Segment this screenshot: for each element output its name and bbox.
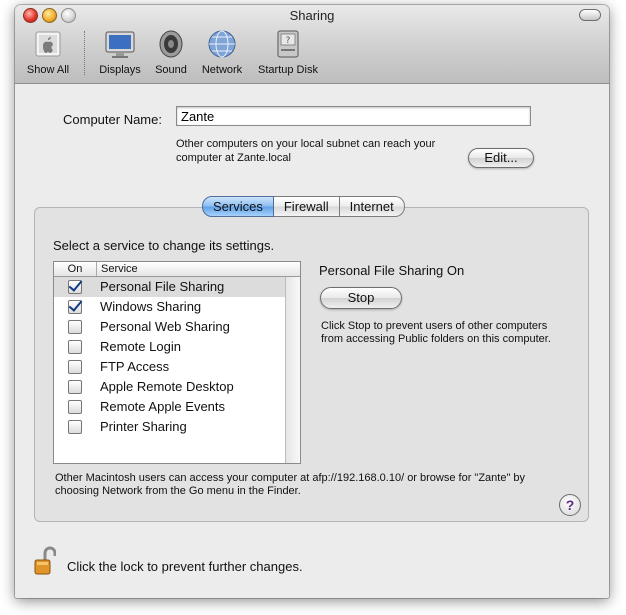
service-row[interactable]: Remote Login bbox=[54, 337, 285, 357]
service-checkbox[interactable] bbox=[68, 280, 82, 294]
service-label: Personal Web Sharing bbox=[100, 319, 230, 334]
title-bar: Sharing Show All Displays Sound Network … bbox=[15, 5, 609, 84]
computer-name-input[interactable] bbox=[176, 106, 531, 126]
service-label: Personal File Sharing bbox=[100, 279, 225, 294]
sharing-window: Sharing Show All Displays Sound Network … bbox=[15, 5, 609, 598]
service-status-title: Personal File Sharing On bbox=[319, 263, 465, 278]
svg-text:?: ? bbox=[286, 36, 291, 46]
tab-bar: Services Firewall Internet bbox=[202, 196, 405, 217]
access-description: Other Macintosh users can access your co… bbox=[55, 472, 526, 497]
service-row[interactable]: Personal Web Sharing bbox=[54, 317, 285, 337]
service-prompt: Select a service to change its settings. bbox=[53, 238, 275, 253]
apple-icon bbox=[32, 29, 64, 59]
service-label: FTP Access bbox=[100, 359, 170, 374]
help-button[interactable]: ? bbox=[559, 494, 581, 516]
service-row[interactable]: Windows Sharing bbox=[54, 297, 285, 317]
service-checkbox[interactable] bbox=[68, 420, 82, 434]
disk-icon: ? bbox=[272, 29, 304, 59]
lock-icon[interactable] bbox=[34, 546, 57, 576]
speaker-icon bbox=[155, 29, 187, 59]
toolbar-startup-disk-label: Startup Disk bbox=[258, 64, 318, 76]
display-icon bbox=[104, 29, 136, 59]
service-checkbox[interactable] bbox=[68, 320, 82, 334]
computer-name-description: Other computers on your local subnet can… bbox=[176, 138, 436, 164]
toolbar-toggle-button[interactable] bbox=[579, 9, 601, 21]
toolbar-startup-disk[interactable]: ? Startup Disk bbox=[253, 29, 323, 79]
toolbar-separator bbox=[84, 31, 85, 75]
toolbar-network[interactable]: Network bbox=[197, 29, 247, 79]
tab-firewall[interactable]: Firewall bbox=[273, 196, 340, 217]
tab-services[interactable]: Services bbox=[202, 196, 274, 217]
toolbar-sound[interactable]: Sound bbox=[150, 29, 192, 79]
service-row[interactable]: Printer Sharing bbox=[54, 417, 285, 437]
stop-button[interactable]: Stop bbox=[320, 287, 402, 309]
service-label: Printer Sharing bbox=[100, 419, 187, 434]
column-header-on[interactable]: On bbox=[54, 262, 97, 276]
service-checkbox[interactable] bbox=[68, 300, 82, 314]
service-checkbox[interactable] bbox=[68, 340, 82, 354]
service-row[interactable]: Personal File Sharing bbox=[54, 277, 285, 297]
service-checkbox[interactable] bbox=[68, 380, 82, 394]
service-label: Remote Apple Events bbox=[100, 399, 226, 414]
service-row[interactable]: Apple Remote Desktop bbox=[54, 377, 285, 397]
edit-button[interactable]: Edit... bbox=[468, 148, 534, 168]
toolbar-displays-label: Displays bbox=[99, 64, 141, 76]
service-status-description: Click Stop to prevent users of other com… bbox=[321, 320, 551, 345]
service-label: Windows Sharing bbox=[100, 299, 202, 314]
service-row[interactable]: FTP Access bbox=[54, 357, 285, 377]
toolbar-sound-label: Sound bbox=[155, 64, 187, 76]
column-header-service[interactable]: Service bbox=[101, 262, 138, 276]
tab-internet[interactable]: Internet bbox=[339, 196, 405, 217]
toolbar-show-all[interactable]: Show All bbox=[23, 29, 73, 79]
lock-message: Click the lock to prevent further change… bbox=[67, 559, 303, 574]
computer-name-label: Computer Name: bbox=[63, 112, 162, 127]
toolbar-network-label: Network bbox=[201, 64, 243, 76]
window-title: Sharing bbox=[289, 8, 335, 23]
service-list-header: On Service bbox=[54, 262, 300, 277]
globe-icon bbox=[206, 29, 238, 59]
service-checkbox[interactable] bbox=[68, 360, 82, 374]
toolbar-displays[interactable]: Displays bbox=[95, 29, 145, 79]
service-row[interactable]: Remote Apple Events bbox=[54, 397, 285, 417]
service-checkbox[interactable] bbox=[68, 400, 82, 414]
service-list: On Service Personal File Sharing Windows … bbox=[53, 261, 301, 464]
service-label: Apple Remote Desktop bbox=[100, 379, 234, 394]
service-list-scrollbar[interactable] bbox=[285, 277, 300, 463]
toolbar-show-all-label: Show All bbox=[26, 64, 70, 76]
service-label: Remote Login bbox=[100, 339, 181, 354]
